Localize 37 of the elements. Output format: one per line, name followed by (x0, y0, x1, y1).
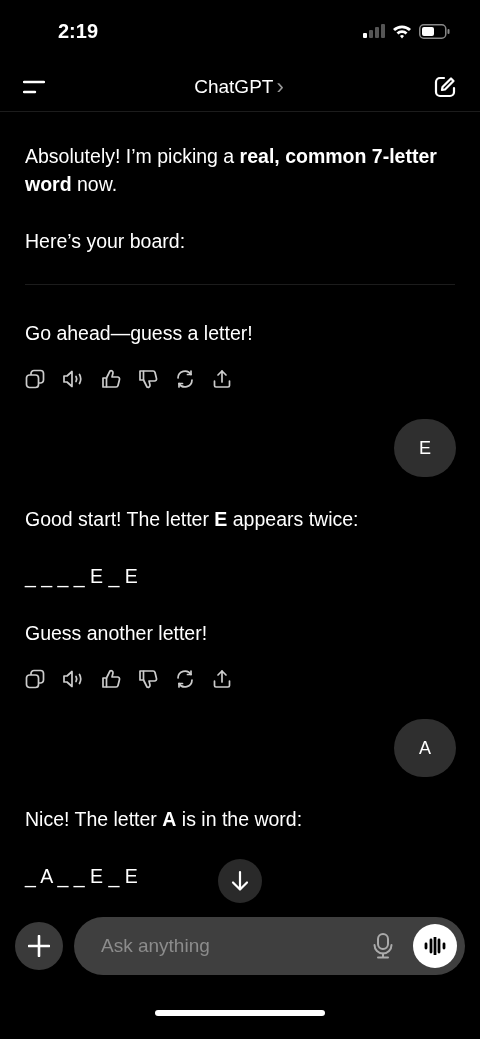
model-selector[interactable]: ChatGPT› (194, 73, 284, 100)
microphone-icon[interactable] (373, 933, 393, 959)
wifi-icon (392, 23, 412, 39)
waveform-icon (424, 937, 446, 955)
thumbs-down-icon[interactable] (138, 669, 158, 689)
message-text: Absolutely! I’m picking a real, common 7-letter word now. (25, 144, 438, 197)
signal-icon (363, 24, 385, 38)
user-message: A (394, 719, 456, 777)
regenerate-icon[interactable] (175, 669, 195, 689)
message-text: Go ahead—guess a letter! (25, 321, 254, 346)
composer-bar[interactable]: Ask anything (74, 917, 465, 975)
thumbs-down-icon[interactable] (138, 369, 158, 389)
add-button[interactable] (15, 922, 63, 970)
message-text: Nice! The letter A is in the word: (25, 807, 304, 832)
share-icon[interactable] (212, 369, 232, 389)
word-board: _ A _ _ E _ E (25, 864, 138, 890)
battery-icon (419, 23, 450, 39)
status-time: 2:19 (58, 19, 99, 43)
thumbs-up-icon[interactable] (101, 669, 121, 689)
thumbs-up-icon[interactable] (101, 369, 121, 389)
scroll-down-icon[interactable] (218, 859, 262, 903)
new-chat-icon[interactable] (433, 74, 457, 99)
message-input[interactable]: Ask anything (99, 934, 353, 958)
share-icon[interactable] (212, 669, 232, 689)
voice-mode-button[interactable] (413, 924, 457, 968)
copy-icon[interactable] (25, 369, 45, 389)
word-board: _ _ _ _ E _ E (25, 564, 138, 590)
copy-icon[interactable] (25, 669, 45, 689)
menu-icon[interactable] (23, 79, 45, 94)
message-text: Here’s your board: (25, 229, 187, 254)
message-text: Guess another letter! (25, 621, 209, 646)
regenerate-icon[interactable] (175, 369, 195, 389)
message-text: Good start! The letter E appears twice: (25, 507, 360, 532)
speaker-icon[interactable] (62, 369, 84, 389)
user-message: E (394, 419, 456, 477)
speaker-icon[interactable] (62, 669, 84, 689)
plus-icon (28, 935, 50, 957)
